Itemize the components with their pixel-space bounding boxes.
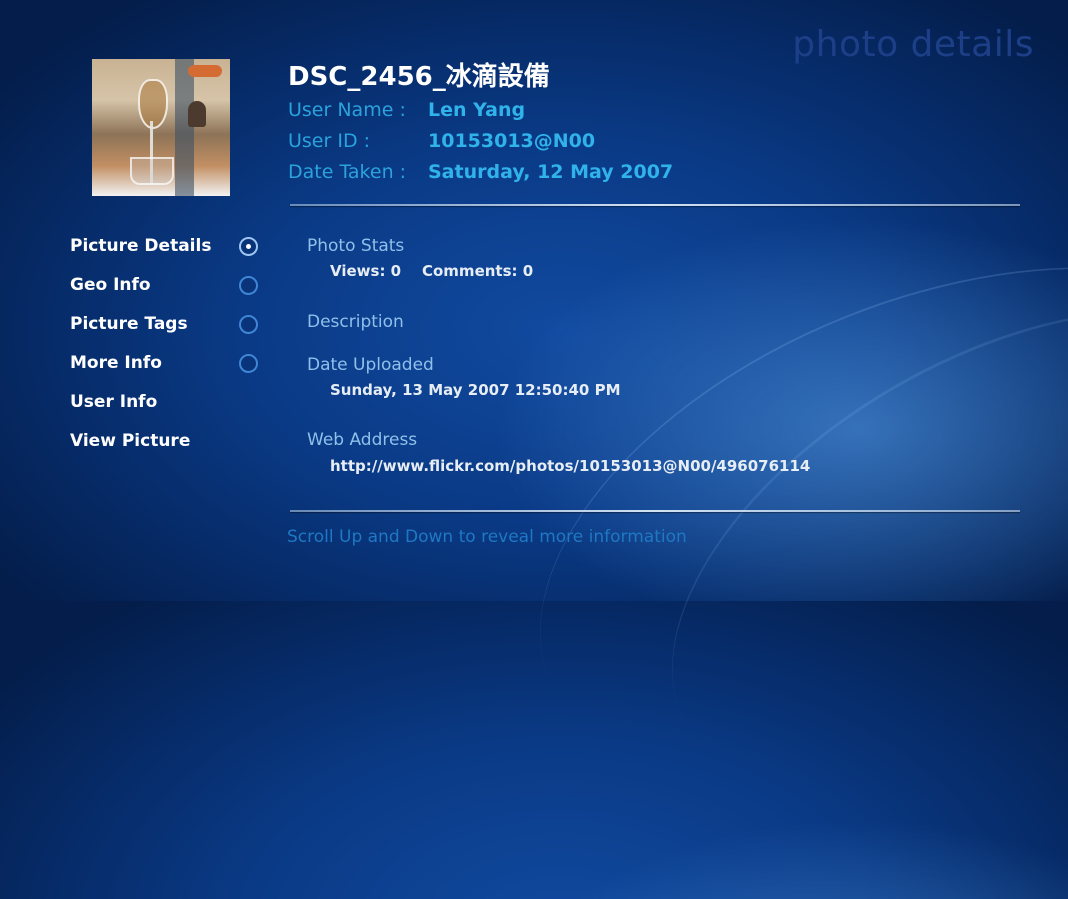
nav-item-picture-tags[interactable]: Picture Tags	[70, 314, 188, 334]
thumbnail-detail	[188, 101, 206, 127]
photo-thumbnail[interactable]	[92, 59, 230, 196]
nav-item-picture-details[interactable]: Picture Details	[70, 236, 211, 256]
photo-stats-label: Photo Stats	[307, 236, 405, 256]
description-label: Description	[307, 312, 404, 332]
radio-more-info[interactable]	[239, 354, 258, 373]
thumbnail-detail	[138, 79, 168, 129]
date-taken-value: Saturday, 12 May 2007	[428, 161, 674, 183]
radio-picture-details[interactable]	[239, 237, 258, 256]
nav-item-geo-info[interactable]: Geo Info	[70, 275, 151, 295]
user-id-row: User ID : 10153013@N00	[288, 130, 595, 152]
photo-title: DSC_2456_冰滴設備	[288, 62, 550, 92]
page-title: photo details	[792, 24, 1034, 65]
user-id-value: 10153013@N00	[428, 130, 596, 152]
nav-item-view-picture[interactable]: View Picture	[70, 431, 190, 451]
date-uploaded-value: Sunday, 13 May 2007 12:50:40 PM	[330, 381, 621, 399]
date-taken-label: Date Taken :	[288, 161, 407, 183]
nav-item-user-info[interactable]: User Info	[70, 392, 157, 412]
photo-stats-value: Views: 0 Comments: 0	[330, 262, 534, 280]
thumbnail-detail	[188, 65, 222, 77]
user-id-label: User ID :	[288, 130, 371, 152]
scroll-hint: Scroll Up and Down to reveal more inform…	[287, 527, 687, 547]
divider-bottom	[290, 510, 1020, 512]
user-name-value: Len Yang	[428, 99, 526, 121]
user-name-label: User Name :	[288, 99, 406, 121]
web-address-link[interactable]: http://www.flickr.com/photos/10153013@N0…	[330, 457, 810, 475]
web-address-label: Web Address	[307, 430, 418, 450]
user-name-row: User Name : Len Yang	[288, 99, 525, 121]
radio-picture-tags[interactable]	[239, 315, 258, 334]
nav-item-more-info[interactable]: More Info	[70, 353, 162, 373]
date-uploaded-label: Date Uploaded	[307, 355, 434, 375]
thumbnail-detail	[130, 157, 174, 185]
radio-geo-info[interactable]	[239, 276, 258, 295]
date-taken-row: Date Taken : Saturday, 12 May 2007	[288, 161, 673, 183]
divider-top	[290, 204, 1020, 206]
